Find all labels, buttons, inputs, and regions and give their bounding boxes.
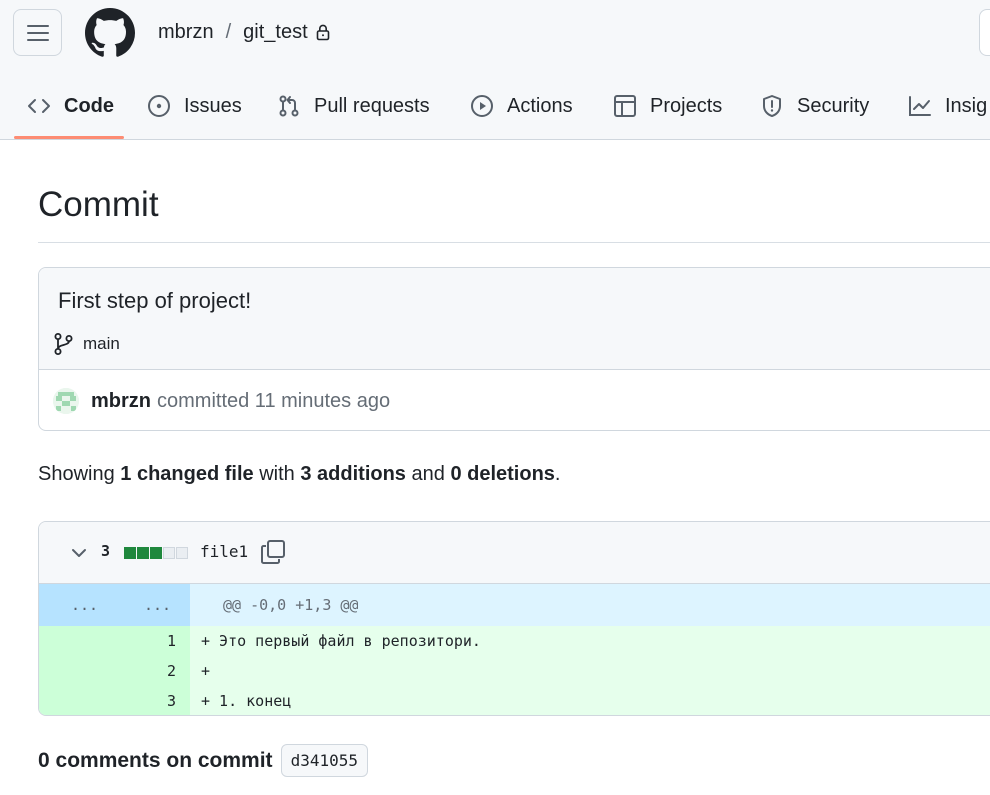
summary-with: with (259, 463, 295, 485)
repo-tabs: Code Issues Pull requests Actions Projec… (0, 72, 990, 140)
tab-label: Projects (650, 94, 723, 117)
avatar[interactable] (53, 388, 79, 414)
diff-line: 2 + (39, 656, 990, 686)
diffstat-blocks (124, 547, 188, 559)
breadcrumb-separator: / (225, 21, 232, 43)
search-box[interactable] (979, 9, 990, 56)
hunk-header: @@ -0,0 +1,3 @@ (190, 584, 990, 626)
new-line-number[interactable]: 2 (114, 656, 190, 686)
changed-files-count: 1 changed file (120, 463, 254, 485)
new-line-number[interactable]: 3 (114, 686, 190, 715)
copy-icon[interactable] (260, 539, 286, 565)
tab-security[interactable]: Security (759, 72, 869, 140)
branch-name: main (83, 334, 120, 353)
commit-author-row: mbrzn committed 11 minutes ago (39, 370, 990, 430)
commit-time: committed 11 minutes ago (157, 389, 391, 412)
table-icon (612, 93, 638, 119)
summary-end: . (554, 463, 561, 485)
comments-heading: 0 comments on commit d341055 (38, 744, 368, 777)
tab-label: Code (64, 94, 114, 117)
branch-link[interactable]: main (53, 332, 120, 356)
code-icon (26, 93, 52, 119)
graph-icon (907, 93, 933, 119)
page-title: Commit (38, 185, 159, 224)
diffstat-block (176, 547, 188, 559)
active-tab-indicator (14, 136, 124, 139)
hunk-row: ... ... @@ -0,0 +1,3 @@ (39, 584, 990, 626)
shield-icon (759, 93, 785, 119)
tab-insights[interactable]: Insig (907, 72, 987, 140)
tab-code[interactable]: Code (26, 72, 114, 140)
hamburger-icon (26, 24, 49, 41)
additions-count: 3 additions (300, 463, 406, 485)
hunk-expand-old[interactable]: ... (39, 584, 130, 626)
commit-header: First step of project! main (39, 268, 990, 370)
tab-label: Insig (945, 94, 988, 117)
git-pull-request-icon (276, 93, 302, 119)
summary-prefix: Showing (38, 463, 115, 485)
hunk-expand-new[interactable]: ... (130, 584, 190, 626)
repo-owner-link[interactable]: mbrzn (158, 19, 214, 45)
line-code: + 1. конец (190, 686, 990, 715)
repo-name-link[interactable]: git_test (243, 19, 307, 45)
commit-message: First step of project! (58, 288, 252, 313)
issue-opened-icon (146, 93, 172, 119)
tab-issues[interactable]: Issues (146, 72, 242, 140)
diffstat-block (150, 547, 162, 559)
tab-projects[interactable]: Projects (612, 72, 722, 140)
line-code: + (190, 656, 990, 686)
tab-label: Security (797, 94, 870, 117)
menu-button[interactable] (13, 9, 62, 56)
diffstat-block (163, 547, 175, 559)
repo-header: mbrzn / git_test Code Issues Pull reques… (0, 0, 990, 140)
lock-icon (316, 24, 330, 41)
new-line-number[interactable]: 1 (114, 626, 190, 656)
tab-pull-requests[interactable]: Pull requests (276, 72, 430, 140)
diffstat-block (137, 547, 149, 559)
github-logo-icon[interactable] (85, 8, 135, 58)
old-line-number (39, 656, 114, 686)
tab-actions[interactable]: Actions (469, 72, 573, 140)
comments-label: 0 comments on commit (38, 748, 273, 772)
diffstat-count: 3 (101, 542, 111, 560)
old-line-number (39, 686, 114, 715)
commit-sha[interactable]: d341055 (280, 744, 368, 777)
chevron-down-icon[interactable] (69, 543, 89, 563)
diff-table: ... ... @@ -0,0 +1,3 @@ 1 + Это первый ф… (39, 584, 990, 715)
commit-card: First step of project! main mbrzn commit… (38, 267, 990, 431)
file-diff: 3 file1 ... ... @@ -0,0 +1,3 @@ 1 + Это … (38, 521, 990, 716)
play-icon (469, 93, 495, 119)
tab-label: Pull requests (314, 94, 430, 117)
repo-breadcrumb: mbrzn / git_test (158, 19, 330, 45)
git-branch-icon (53, 332, 75, 356)
summary-and: and (411, 463, 445, 485)
title-divider (38, 242, 990, 243)
diffstat-block (124, 547, 136, 559)
deletions-count: 0 deletions (450, 463, 555, 485)
tab-label: Issues (184, 94, 242, 117)
old-line-number (39, 626, 114, 656)
diff-line: 3 + 1. конец (39, 686, 990, 715)
diff-summary: Showing 1 changed file with 3 additions … (38, 463, 560, 486)
file-name-link[interactable]: file1 (200, 542, 248, 561)
diff-line: 1 + Это первый файл в репозитори. (39, 626, 990, 656)
tab-label: Actions (507, 94, 573, 117)
author-link[interactable]: mbrzn (91, 390, 151, 413)
file-header: 3 file1 (39, 522, 990, 584)
line-code: + Это первый файл в репозитори. (190, 626, 990, 656)
